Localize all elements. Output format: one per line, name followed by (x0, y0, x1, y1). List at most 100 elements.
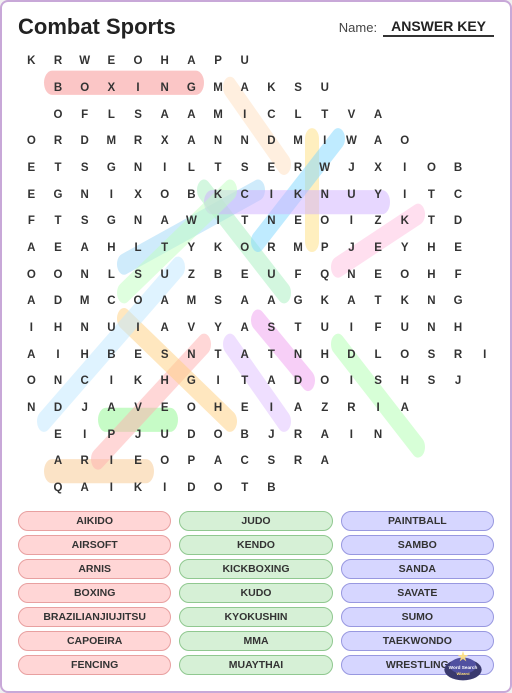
grid-cell: I (98, 181, 125, 208)
grid-cell: N (125, 208, 152, 235)
word-badge: MMA (179, 631, 332, 651)
grid-cell: S (151, 341, 178, 368)
grid-cell: R (285, 448, 312, 475)
grid-cell: A (231, 288, 258, 315)
grid-cell: S (125, 101, 152, 128)
grid-cell: G (178, 368, 205, 395)
grid-cell: U (338, 181, 365, 208)
grid-cell: O (71, 75, 98, 102)
grid-cell: O (391, 341, 418, 368)
grid-cell: A (285, 395, 312, 422)
grid-cell: N (71, 261, 98, 288)
grid-cell (445, 395, 472, 422)
word-badge: ARNIS (18, 559, 171, 579)
grid-cell: X (365, 155, 392, 182)
grid-cell: S (365, 368, 392, 395)
grid-cell: M (285, 235, 312, 262)
grid-cell: A (71, 475, 98, 502)
grid-cell: W (338, 128, 365, 155)
grid-cell: P (205, 48, 232, 75)
grid-cell (418, 395, 445, 422)
grid-cell: E (365, 261, 392, 288)
grid-cell (418, 75, 445, 102)
grid-cell: N (258, 208, 285, 235)
grid-cell: J (125, 421, 152, 448)
grid-cell: A (18, 235, 45, 262)
grid-cell: O (418, 155, 445, 182)
grid-cell: X (151, 128, 178, 155)
grid-cell: N (125, 155, 152, 182)
grid-cell: Q (45, 475, 72, 502)
grid-cell: S (418, 341, 445, 368)
grid-cell: T (205, 155, 232, 182)
grid-cell (18, 421, 45, 448)
grid-cell: T (231, 475, 258, 502)
grid-cell (471, 288, 498, 315)
grid-cell: H (445, 315, 472, 342)
grid-cell (445, 101, 472, 128)
page: Combat Sports Name: ANSWER KEY (0, 0, 512, 693)
grid-cell: E (231, 261, 258, 288)
logo: Word Search Wizard (428, 636, 498, 681)
grid-cell: L (98, 101, 125, 128)
grid-cell: A (98, 395, 125, 422)
grid-cell: O (18, 128, 45, 155)
word-badge: SAMBO (341, 535, 494, 555)
grid-cell: N (71, 181, 98, 208)
grid-cell: R (258, 235, 285, 262)
grid-cell (391, 48, 418, 75)
grid-cell: L (125, 235, 152, 262)
grid-cell: T (418, 181, 445, 208)
grid-cell: O (125, 288, 152, 315)
grid-cell: I (311, 128, 338, 155)
grid-cell: H (151, 368, 178, 395)
grid-cell: A (178, 48, 205, 75)
grid-cell (365, 48, 392, 75)
grid-cell (311, 48, 338, 75)
grid-cell (18, 101, 45, 128)
grid-cell: L (98, 261, 125, 288)
grid-cell: N (178, 341, 205, 368)
grid-cell: I (205, 208, 232, 235)
name-value: ANSWER KEY (383, 18, 494, 37)
grid-cell: I (205, 368, 232, 395)
grid-cell (285, 48, 312, 75)
grid-cell: I (391, 155, 418, 182)
grid-cell: D (285, 368, 312, 395)
grid-cell: S (258, 315, 285, 342)
grid-cell: A (151, 315, 178, 342)
grid-cell (418, 128, 445, 155)
word-badge: AIKIDO (18, 511, 171, 531)
grid-cell: I (98, 368, 125, 395)
grid-cell: U (311, 75, 338, 102)
grid-cell: P (178, 448, 205, 475)
grid-cell: D (178, 475, 205, 502)
grid-cell: Y (365, 181, 392, 208)
grid-cell (258, 48, 285, 75)
grid-cell: T (205, 341, 232, 368)
grid-cell: Y (178, 235, 205, 262)
word-badge: BRAZILIANJIUJITSU (18, 607, 171, 627)
word-badge: KICKBOXING (179, 559, 332, 579)
grid-cell: O (125, 48, 152, 75)
grid-cell: O (231, 235, 258, 262)
grid-cell: M (285, 128, 312, 155)
grid-cell: R (285, 155, 312, 182)
grid-cell (445, 475, 472, 502)
grid-cell: J (445, 368, 472, 395)
grid-cell: H (311, 341, 338, 368)
grid-cell: B (205, 261, 232, 288)
grid-cell: I (258, 181, 285, 208)
grid-cell (391, 475, 418, 502)
grid-cell: H (98, 235, 125, 262)
grid-cell: I (338, 421, 365, 448)
grid-cell: Y (205, 315, 232, 342)
grid-cell: A (338, 288, 365, 315)
grid-cell: I (125, 315, 152, 342)
grid-cell (471, 181, 498, 208)
grid-cell (445, 421, 472, 448)
grid-cell: O (205, 475, 232, 502)
grid-cell: T (285, 315, 312, 342)
grid-cell: E (45, 235, 72, 262)
grid-cell (471, 421, 498, 448)
